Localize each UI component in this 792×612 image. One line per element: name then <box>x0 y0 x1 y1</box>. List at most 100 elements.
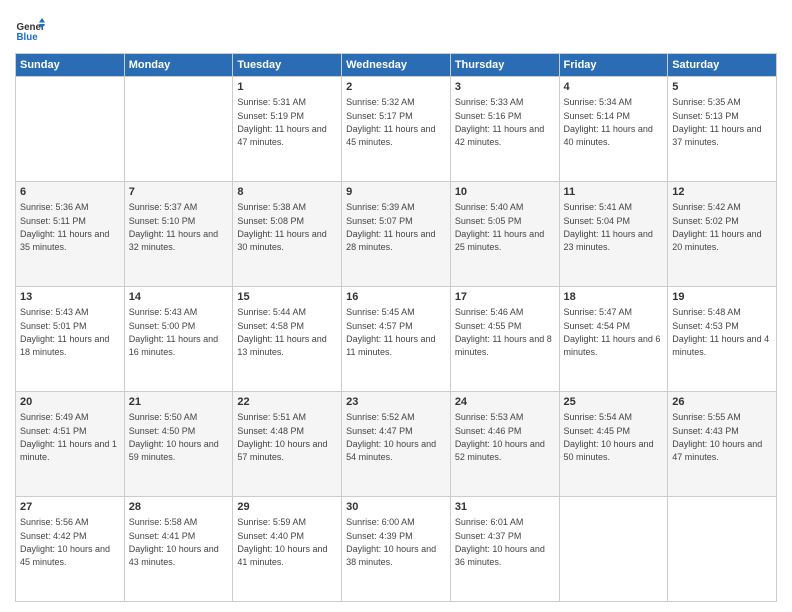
day-number: 25 <box>564 395 664 410</box>
calendar-cell: 27 Sunrise: 5:56 AMSunset: 4:42 PMDayligh… <box>16 497 125 602</box>
day-number: 12 <box>672 185 772 200</box>
logo-icon: General Blue <box>15 15 45 45</box>
calendar-cell: 16Sunrise: 5:45 AMSunset: 4:57 PMDayligh… <box>342 287 451 392</box>
day-info: Sunrise: 5:38 AMSunset: 5:08 PMDaylight:… <box>237 202 326 252</box>
calendar-table: SundayMondayTuesdayWednesdayThursdayFrid… <box>15 53 777 602</box>
weekday-monday: Monday <box>124 54 233 77</box>
weekday-sunday: Sunday <box>16 54 125 77</box>
day-number: 3 <box>455 80 555 95</box>
day-info: Sunrise: 5:55 AMSunset: 4:43 PMDaylight:… <box>672 412 762 462</box>
day-number: 28 <box>129 500 229 515</box>
day-number: 8 <box>237 185 337 200</box>
day-info: Sunrise: 5:50 AMSunset: 4:50 PMDaylight:… <box>129 412 219 462</box>
calendar-cell: 4 Sunrise: 5:34 AMSunset: 5:14 PMDaylight… <box>559 77 668 182</box>
calendar-week-5: 27 Sunrise: 5:56 AMSunset: 4:42 PMDayligh… <box>16 497 777 602</box>
calendar-cell: 26Sunrise: 5:55 AMSunset: 4:43 PMDayligh… <box>668 392 777 497</box>
calendar-cell: 7 Sunrise: 5:37 AMSunset: 5:10 PMDaylight… <box>124 182 233 287</box>
svg-text:Blue: Blue <box>17 32 39 43</box>
day-number: 18 <box>564 290 664 305</box>
day-number: 13 <box>20 290 120 305</box>
day-info: Sunrise: 5:34 AMSunset: 5:14 PMDaylight:… <box>564 97 653 147</box>
day-info: Sunrise: 5:33 AMSunset: 5:16 PMDaylight:… <box>455 97 544 147</box>
weekday-header-row: SundayMondayTuesdayWednesdayThursdayFrid… <box>16 54 777 77</box>
day-info: Sunrise: 5:53 AMSunset: 4:46 PMDaylight:… <box>455 412 545 462</box>
calendar-cell: 1 Sunrise: 5:31 AMSunset: 5:19 PMDaylight… <box>233 77 342 182</box>
day-info: Sunrise: 5:43 AMSunset: 5:00 PMDaylight:… <box>129 307 218 357</box>
calendar-cell: 21 Sunrise: 5:50 AMSunset: 4:50 PMDayligh… <box>124 392 233 497</box>
day-info: Sunrise: 5:56 AMSunset: 4:42 PMDaylight:… <box>20 517 110 567</box>
calendar-cell: 30 Sunrise: 6:00 AMSunset: 4:39 PMDayligh… <box>342 497 451 602</box>
day-number: 1 <box>237 80 337 95</box>
day-number: 7 <box>129 185 229 200</box>
weekday-saturday: Saturday <box>668 54 777 77</box>
calendar-cell: 14 Sunrise: 5:43 AMSunset: 5:00 PMDayligh… <box>124 287 233 392</box>
day-info: Sunrise: 5:44 AMSunset: 4:58 PMDaylight:… <box>237 307 326 357</box>
day-info: Sunrise: 5:51 AMSunset: 4:48 PMDaylight:… <box>237 412 327 462</box>
calendar-cell: 28 Sunrise: 5:58 AMSunset: 4:41 PMDayligh… <box>124 497 233 602</box>
day-number: 21 <box>129 395 229 410</box>
day-number: 23 <box>346 395 446 410</box>
calendar-week-3: 13 Sunrise: 5:43 AMSunset: 5:01 PMDayligh… <box>16 287 777 392</box>
day-info: Sunrise: 5:37 AMSunset: 5:10 PMDaylight:… <box>129 202 218 252</box>
day-info: Sunrise: 5:32 AMSunset: 5:17 PMDaylight:… <box>346 97 435 147</box>
day-info: Sunrise: 5:36 AMSunset: 5:11 PMDaylight:… <box>20 202 109 252</box>
calendar-cell: 17 Sunrise: 5:46 AMSunset: 4:55 PMDayligh… <box>450 287 559 392</box>
calendar-cell: 20Sunrise: 5:49 AMSunset: 4:51 PMDayligh… <box>16 392 125 497</box>
day-info: Sunrise: 6:01 AMSunset: 4:37 PMDaylight:… <box>455 517 545 567</box>
day-info: Sunrise: 5:31 AMSunset: 5:19 PMDaylight:… <box>237 97 326 147</box>
calendar-cell: 22 Sunrise: 5:51 AMSunset: 4:48 PMDayligh… <box>233 392 342 497</box>
day-number: 4 <box>564 80 664 95</box>
calendar-cell: 31 Sunrise: 6:01 AMSunset: 4:37 PMDayligh… <box>450 497 559 602</box>
day-number: 6 <box>20 185 120 200</box>
calendar-cell: 6 Sunrise: 5:36 AMSunset: 5:11 PMDaylight… <box>16 182 125 287</box>
calendar-cell: 8 Sunrise: 5:38 AMSunset: 5:08 PMDaylight… <box>233 182 342 287</box>
day-number: 5 <box>672 80 772 95</box>
day-number: 14 <box>129 290 229 305</box>
day-number: 24 <box>455 395 555 410</box>
calendar-week-2: 6 Sunrise: 5:36 AMSunset: 5:11 PMDaylight… <box>16 182 777 287</box>
day-number: 31 <box>455 500 555 515</box>
day-number: 2 <box>346 80 446 95</box>
calendar-week-1: 1 Sunrise: 5:31 AMSunset: 5:19 PMDaylight… <box>16 77 777 182</box>
calendar-cell <box>668 497 777 602</box>
calendar-cell: 23 Sunrise: 5:52 AMSunset: 4:47 PMDayligh… <box>342 392 451 497</box>
logo: General Blue <box>15 15 45 45</box>
day-info: Sunrise: 5:54 AMSunset: 4:45 PMDaylight:… <box>564 412 654 462</box>
day-info: Sunrise: 6:00 AMSunset: 4:39 PMDaylight:… <box>346 517 436 567</box>
calendar-cell: 19 Sunrise: 5:48 AMSunset: 4:53 PMDayligh… <box>668 287 777 392</box>
day-info: Sunrise: 5:46 AMSunset: 4:55 PMDaylight:… <box>455 307 552 357</box>
calendar-cell: 12Sunrise: 5:42 AMSunset: 5:02 PMDayligh… <box>668 182 777 287</box>
calendar-cell: 29 Sunrise: 5:59 AMSunset: 4:40 PMDayligh… <box>233 497 342 602</box>
calendar-cell: 3 Sunrise: 5:33 AMSunset: 5:16 PMDaylight… <box>450 77 559 182</box>
day-number: 20 <box>20 395 120 410</box>
calendar-cell <box>559 497 668 602</box>
day-info: Sunrise: 5:52 AMSunset: 4:47 PMDaylight:… <box>346 412 436 462</box>
day-number: 22 <box>237 395 337 410</box>
calendar-week-4: 20Sunrise: 5:49 AMSunset: 4:51 PMDayligh… <box>16 392 777 497</box>
calendar-cell: 10Sunrise: 5:40 AMSunset: 5:05 PMDayligh… <box>450 182 559 287</box>
day-info: Sunrise: 5:48 AMSunset: 4:53 PMDaylight:… <box>672 307 769 357</box>
calendar-cell: 13 Sunrise: 5:43 AMSunset: 5:01 PMDayligh… <box>16 287 125 392</box>
weekday-thursday: Thursday <box>450 54 559 77</box>
calendar-cell: 9Sunrise: 5:39 AMSunset: 5:07 PMDaylight… <box>342 182 451 287</box>
calendar-cell: 25 Sunrise: 5:54 AMSunset: 4:45 PMDayligh… <box>559 392 668 497</box>
calendar-cell: 15 Sunrise: 5:44 AMSunset: 4:58 PMDayligh… <box>233 287 342 392</box>
day-info: Sunrise: 5:35 AMSunset: 5:13 PMDaylight:… <box>672 97 761 147</box>
day-number: 19 <box>672 290 772 305</box>
day-info: Sunrise: 5:47 AMSunset: 4:54 PMDaylight:… <box>564 307 661 357</box>
calendar-cell: 2 Sunrise: 5:32 AMSunset: 5:17 PMDaylight… <box>342 77 451 182</box>
day-info: Sunrise: 5:59 AMSunset: 4:40 PMDaylight:… <box>237 517 327 567</box>
day-number: 30 <box>346 500 446 515</box>
day-number: 27 <box>20 500 120 515</box>
calendar-cell: 18 Sunrise: 5:47 AMSunset: 4:54 PMDayligh… <box>559 287 668 392</box>
day-number: 15 <box>237 290 337 305</box>
day-info: Sunrise: 5:41 AMSunset: 5:04 PMDaylight:… <box>564 202 653 252</box>
weekday-wednesday: Wednesday <box>342 54 451 77</box>
day-number: 17 <box>455 290 555 305</box>
day-number: 29 <box>237 500 337 515</box>
calendar-cell <box>124 77 233 182</box>
day-info: Sunrise: 5:43 AMSunset: 5:01 PMDaylight:… <box>20 307 109 357</box>
calendar-cell: 24 Sunrise: 5:53 AMSunset: 4:46 PMDayligh… <box>450 392 559 497</box>
day-info: Sunrise: 5:58 AMSunset: 4:41 PMDaylight:… <box>129 517 219 567</box>
day-info: Sunrise: 5:39 AMSunset: 5:07 PMDaylight:… <box>346 202 435 252</box>
